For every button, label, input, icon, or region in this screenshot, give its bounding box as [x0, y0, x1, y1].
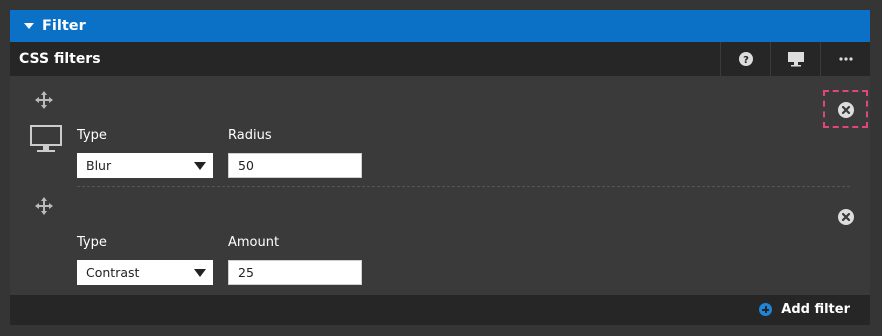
desktop-icon [30, 125, 62, 152]
filter-item: Type Blur Radius 50 [10, 76, 870, 186]
filter-panel-header[interactable]: Filter [10, 10, 870, 42]
type-label: Type [77, 235, 107, 250]
panel-title: Filter [42, 18, 86, 34]
help-button[interactable]: ? [720, 42, 770, 76]
type-label: Type [77, 128, 107, 143]
add-filter-button[interactable]: Add filter [759, 302, 850, 317]
filter-panel: Filter CSS filters ? Type Blur Radius 50… [10, 10, 870, 325]
svg-text:?: ? [743, 55, 749, 66]
monitor-icon [787, 52, 804, 67]
more-icon [838, 57, 853, 61]
more-options-button[interactable] [820, 42, 870, 76]
filters-list: Type Blur Radius 50 Type Contrast Amount… [10, 76, 870, 295]
dropdown-arrow-icon [194, 269, 206, 277]
caret-down-icon [24, 23, 34, 29]
device-button[interactable] [770, 42, 820, 76]
section-title: CSS filters [19, 51, 101, 67]
help-icon: ? [738, 52, 753, 66]
move-handle-icon[interactable] [35, 91, 53, 109]
amount-value: 25 [238, 265, 254, 280]
add-circle-icon [759, 303, 773, 316]
type-select-value: Blur [86, 158, 112, 173]
move-handle-icon[interactable] [35, 197, 53, 215]
panel-footer: Add filter [10, 295, 870, 325]
radius-input[interactable]: 50 [228, 153, 362, 178]
filter-item: Type Contrast Amount 25 [10, 186, 870, 295]
type-select[interactable]: Blur [77, 153, 213, 178]
css-filters-bar: CSS filters ? [10, 42, 870, 76]
type-select-value: Contrast [86, 265, 140, 280]
amount-label: Amount [228, 235, 280, 250]
radius-value: 50 [238, 158, 254, 173]
radius-label: Radius [228, 128, 272, 143]
add-filter-label: Add filter [781, 302, 850, 317]
dropdown-arrow-icon [194, 162, 206, 170]
type-select[interactable]: Contrast [77, 260, 213, 285]
amount-input[interactable]: 25 [228, 260, 362, 285]
highlight-box [823, 90, 868, 128]
remove-filter-icon[interactable] [838, 209, 854, 225]
